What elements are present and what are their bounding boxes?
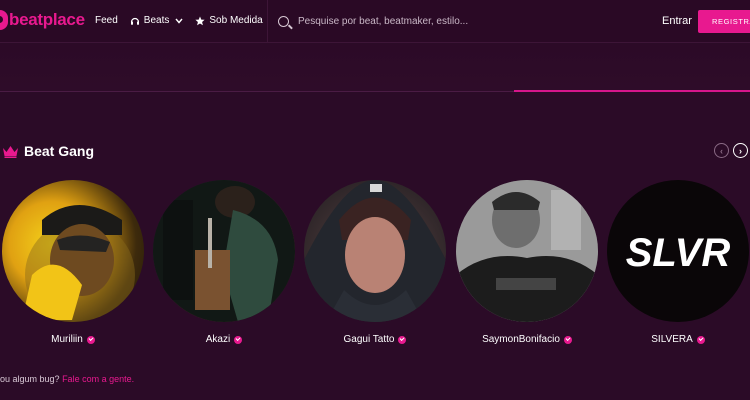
- logo-text: beatplace: [9, 10, 85, 29]
- artist-card[interactable]: Gagui Tatto: [304, 180, 446, 345]
- bug-report-text: ou algum bug?: [0, 374, 60, 384]
- search-icon[interactable]: [278, 16, 289, 27]
- main-nav: Feed Beats Sob Medida: [95, 15, 275, 26]
- register-button[interactable]: REGISTRAR: [698, 10, 750, 33]
- chevron-down-icon: [175, 18, 183, 24]
- avatar: [456, 180, 598, 322]
- artist-card[interactable]: SLVR SILVERA: [607, 180, 749, 345]
- avatar-photo: [153, 180, 295, 322]
- star-icon: [195, 16, 205, 25]
- verified-icon: [563, 335, 572, 344]
- avatar: [153, 180, 295, 322]
- headphones-icon: [130, 17, 139, 25]
- artist-card[interactable]: Muriliin: [2, 180, 144, 345]
- artist-name: SILVERA: [651, 334, 693, 345]
- artist-name: SaymonBonifacio: [482, 334, 560, 345]
- nav-item-label: Sob Medida: [209, 15, 263, 26]
- verified-icon: [398, 335, 407, 344]
- login-link[interactable]: Entrar: [662, 15, 692, 27]
- nav-item-label: Feed: [95, 15, 118, 26]
- artist-card[interactable]: SaymonBonifacio: [456, 180, 598, 345]
- beatplace-logo[interactable]: beatplace: [0, 10, 85, 30]
- search-bar: [267, 0, 640, 43]
- carousel-prev-button[interactable]: ‹: [714, 143, 729, 158]
- bug-report-note: ou algum bug? Fale com a gente.: [0, 374, 134, 384]
- nav-item-beats[interactable]: Beats: [130, 15, 184, 26]
- section-title: Beat Gang: [24, 143, 95, 159]
- carousel-progress-indicator: [514, 90, 750, 92]
- artist-card[interactable]: Akazi: [153, 180, 295, 345]
- crown-icon: [3, 145, 18, 158]
- avatar-photo: [22, 205, 135, 322]
- avatar: [304, 180, 446, 322]
- hero-strip: [0, 44, 750, 91]
- nav-item-label: Beats: [143, 15, 170, 26]
- avatar: SLVR: [607, 180, 749, 322]
- search-input[interactable]: [298, 16, 598, 27]
- verified-icon: [696, 335, 705, 344]
- nav-item-feed[interactable]: Feed: [95, 15, 118, 26]
- nav-item-sob-medida[interactable]: Sob Medida: [195, 15, 263, 26]
- silvera-logo: SLVR: [626, 231, 731, 275]
- section-header: Beat Gang: [2, 143, 94, 159]
- avatar-photo: [456, 180, 598, 322]
- avatar-photo: [304, 180, 446, 322]
- top-navbar: beatplace Feed Beats Sob Medida Ent: [0, 0, 750, 43]
- verified-icon: [234, 335, 243, 344]
- logo-text: SLVR: [626, 231, 731, 275]
- artist-name: Gagui Tatto: [343, 334, 395, 345]
- avatar: [2, 180, 144, 322]
- carousel-controls: ‹ ›: [714, 143, 750, 158]
- verified-icon: [86, 335, 95, 344]
- contact-link[interactable]: Fale com a gente.: [62, 374, 134, 384]
- artist-name: Muriliin: [51, 334, 83, 345]
- artist-name: Akazi: [205, 334, 231, 345]
- logo-mark-icon: [0, 10, 8, 30]
- carousel-next-button[interactable]: ›: [733, 143, 748, 158]
